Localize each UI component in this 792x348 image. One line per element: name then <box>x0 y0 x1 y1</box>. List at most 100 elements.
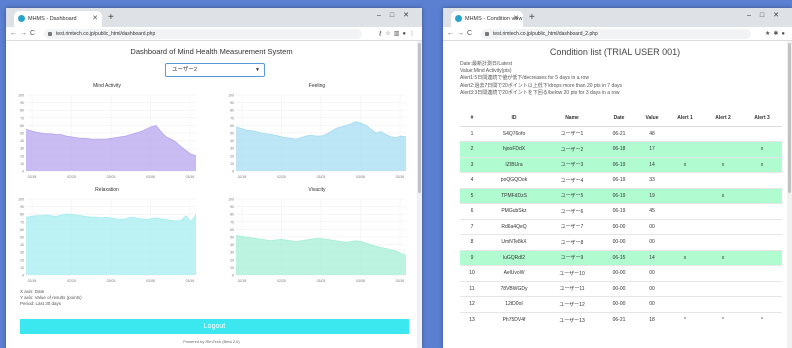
row-alert1 <box>666 203 704 219</box>
y-tick-label: 30 <box>20 147 24 151</box>
y-tick-label: 70 <box>20 220 24 224</box>
row-date: 06-19 <box>600 187 638 204</box>
nav-buttons[interactable]: ←→C <box>10 27 38 41</box>
scrollbar-thumb[interactable] <box>418 43 421 193</box>
chart-plot: 0 10 20 30 40 50 60 70 80 90 100 02/18 02/25 03/03 03/… <box>228 94 407 179</box>
row-number: 5 <box>460 187 484 204</box>
row-date: 06-19 <box>600 156 638 173</box>
x-tick-label: 03/03 <box>317 175 326 179</box>
url-field[interactable]: test.rimtech.co.jp/public_html/dashboard… <box>44 29 362 39</box>
scrollbar[interactable] <box>787 41 792 348</box>
row-name: ユーザー9 <box>544 249 600 266</box>
scrollbar-thumb[interactable] <box>788 43 791 193</box>
row-alert1 <box>666 296 704 312</box>
row-alert3 <box>742 218 782 235</box>
logout-button[interactable]: Logout <box>20 319 409 334</box>
footer: Powered by RimTech (Beta 2.0) <box>183 339 240 344</box>
window-controls[interactable]: –□✕ <box>377 11 418 19</box>
row-date: 00-00 <box>600 280 638 297</box>
row-id: Rd6a4QeQ <box>484 218 544 235</box>
y-tick-label: 80 <box>20 213 24 217</box>
y-tick-label: 20 <box>230 154 234 158</box>
x-tick-label: 03/16 <box>396 279 405 283</box>
row-id: S4Q76ofo <box>484 125 544 142</box>
x-tick-label: 03/08 <box>356 279 365 283</box>
nav-buttons[interactable]: ←→C <box>447 27 475 41</box>
url-text: test.rimtech.co.jp/public_html/dashboard… <box>493 31 598 37</box>
y-tick-label: 100 <box>18 94 24 98</box>
row-alert2: x <box>704 156 742 173</box>
row-alert2 <box>704 172 742 188</box>
tab-dashboard[interactable]: MHMS - Dashboard ✕ <box>14 11 102 27</box>
x-tick-label: 03/03 <box>107 175 116 179</box>
series-area <box>236 235 406 275</box>
chart-title: Feeling <box>308 83 326 89</box>
dashboard-page: Dashboard of Mind Health Measurement Sys… <box>6 41 422 348</box>
lock-icon <box>48 32 52 36</box>
y-tick-label: 100 <box>228 198 234 202</box>
table-row: 3 IZIBUra ユーザー3 06-19 14 x x x <box>460 156 782 173</box>
x-tick-label: 02/18 <box>28 279 37 283</box>
x-tick-label: 03/16 <box>186 279 195 283</box>
y-tick-label: 30 <box>230 147 234 151</box>
row-name: ユーザー10 <box>544 265 600 281</box>
y-tick-label: 30 <box>230 251 234 255</box>
row-value: 19 <box>638 187 666 204</box>
tab-condition-view[interactable]: MHMS - Condition view ✕ <box>451 11 523 27</box>
row-alert1 <box>666 172 704 188</box>
row-alert2 <box>704 218 742 235</box>
desc-line: Alert1:5日間連続で値が低下/decreases for 5 days i… <box>460 75 589 82</box>
row-name: ユーザー3 <box>544 156 600 173</box>
window-controls[interactable]: –□✕ <box>747 11 788 19</box>
y-tick-label: 50 <box>20 236 24 240</box>
y-tick-label: 40 <box>230 243 234 247</box>
y-tick-label: 10 <box>20 162 24 166</box>
address-bar: ←→C test.rimtech.co.jp/public_html/dashb… <box>6 27 422 41</box>
chart-plot: 0 10 20 30 40 50 60 70 80 90 100 02/18 02/25 03/03 03/… <box>18 94 197 179</box>
row-value: 48 <box>638 125 666 142</box>
tab-close-icon[interactable]: ✕ <box>513 11 519 27</box>
row-alert3: x <box>742 141 782 157</box>
dashboard-window: MHMS - Dashboard ✕ + –□✕ ←→C test.rimtec… <box>6 8 422 348</box>
row-alert2 <box>704 125 742 142</box>
row-alert1: x <box>666 156 704 173</box>
chart-plot: 0 10 20 30 40 50 60 70 80 90 100 02/18 02/25 03/03 03/… <box>228 198 407 283</box>
x-tick-label: 02/25 <box>277 279 286 283</box>
toolbar-icons[interactable]: ★✱● <box>765 27 788 41</box>
row-alert1 <box>666 125 704 142</box>
table-header-row: # ID Name Date Value Alert 1 Alert 2 Ale… <box>460 110 782 127</box>
col-id: ID <box>484 110 544 127</box>
row-date: 06-18 <box>600 141 638 157</box>
row-number: 10 <box>460 265 484 281</box>
user-select[interactable]: ユーザー2 ▼ <box>165 63 265 77</box>
row-alert1 <box>666 280 704 297</box>
toolbar-icons[interactable]: ⚷☆▥●⋮ <box>378 27 418 41</box>
new-tab-icon[interactable]: + <box>108 11 114 25</box>
row-name: ユーザー2 <box>544 141 600 157</box>
row-name: ユーザー1 <box>544 125 600 142</box>
scrollbar[interactable] <box>417 41 422 348</box>
row-name: ユーザー7 <box>544 218 600 235</box>
tab-label: MHMS - Dashboard <box>28 16 77 22</box>
row-id: hjooFDdX <box>484 141 544 157</box>
table-row: 11 78VBWGDy ユーザー11 00-00 00 <box>460 280 782 297</box>
x-tick-label: 02/18 <box>28 175 37 179</box>
tab-close-icon[interactable]: ✕ <box>92 11 98 27</box>
row-id: Ph75DV4f <box>484 311 544 328</box>
row-value: 33 <box>638 172 666 188</box>
y-tick-label: 60 <box>20 228 24 232</box>
row-id: luGQRdl2 <box>484 249 544 266</box>
row-number: 4 <box>460 172 484 188</box>
row-id: UmNTe8kX <box>484 234 544 250</box>
address-bar: ←→C test.rimtech.co.jp/public_html/dashb… <box>443 27 792 41</box>
y-tick-label: 70 <box>230 220 234 224</box>
new-tab-icon[interactable]: + <box>529 11 535 25</box>
y-tick-label: 50 <box>230 132 234 136</box>
url-field[interactable]: test.rimtech.co.jp/public_html/dashboard… <box>481 29 751 39</box>
table-row: 6 PMGubSkz ユーザー6 06-19 45 <box>460 203 782 219</box>
row-date: 00-00 <box>600 296 638 312</box>
row-alert2: * <box>704 311 742 328</box>
x-tick-label: 03/08 <box>146 279 155 283</box>
row-date: 06-21 <box>600 125 638 142</box>
y-tick-label: 80 <box>20 109 24 113</box>
